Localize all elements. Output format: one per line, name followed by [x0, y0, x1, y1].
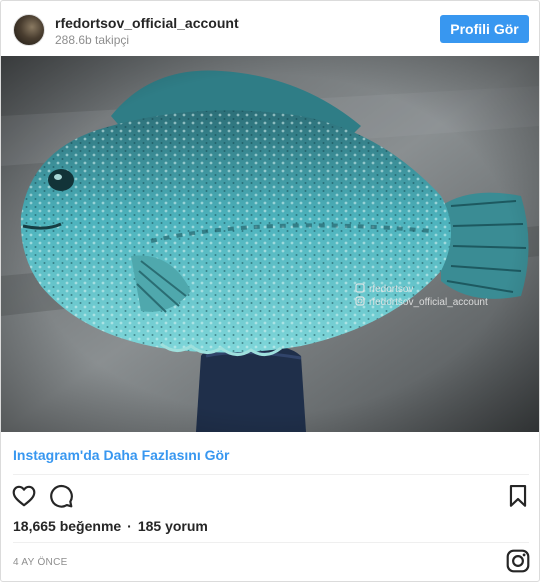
watermark-handle: rfedortsov	[369, 284, 413, 295]
comment-count[interactable]: 185 yorum	[138, 518, 208, 534]
instagram-embed-card: rfedortsov_official_account 288.6b takip…	[0, 0, 540, 582]
avatar[interactable]	[13, 14, 45, 46]
engagement-stats: 18,665 beğenme · 185 yorum	[13, 518, 208, 534]
stats-separator: ·	[127, 518, 132, 534]
watermark-account: rfedortsov_official_account	[369, 297, 488, 308]
see-more-on-instagram-link[interactable]: Instagram'da Daha Fazlasını Gör	[13, 447, 230, 463]
bookmark-icon[interactable]	[505, 483, 531, 509]
heart-icon[interactable]	[11, 483, 37, 509]
post-timestamp: 4 AY ÖNCE	[13, 557, 68, 568]
fish-photo-image: rfedortsov rfedortsov_official_account	[1, 56, 539, 432]
divider	[13, 474, 529, 475]
post-header: rfedortsov_official_account 288.6b takip…	[1, 1, 539, 56]
like-count[interactable]: 18,665 beğenme	[13, 518, 121, 534]
divider	[13, 542, 529, 543]
follower-count: 288.6b takipçi	[55, 33, 130, 47]
instagram-logo-icon[interactable]	[505, 548, 531, 574]
post-photo[interactable]: rfedortsov rfedortsov_official_account	[1, 56, 539, 432]
username[interactable]: rfedortsov_official_account	[55, 15, 239, 31]
comment-icon[interactable]	[48, 483, 74, 509]
view-profile-button[interactable]: Profili Gör	[440, 15, 529, 43]
